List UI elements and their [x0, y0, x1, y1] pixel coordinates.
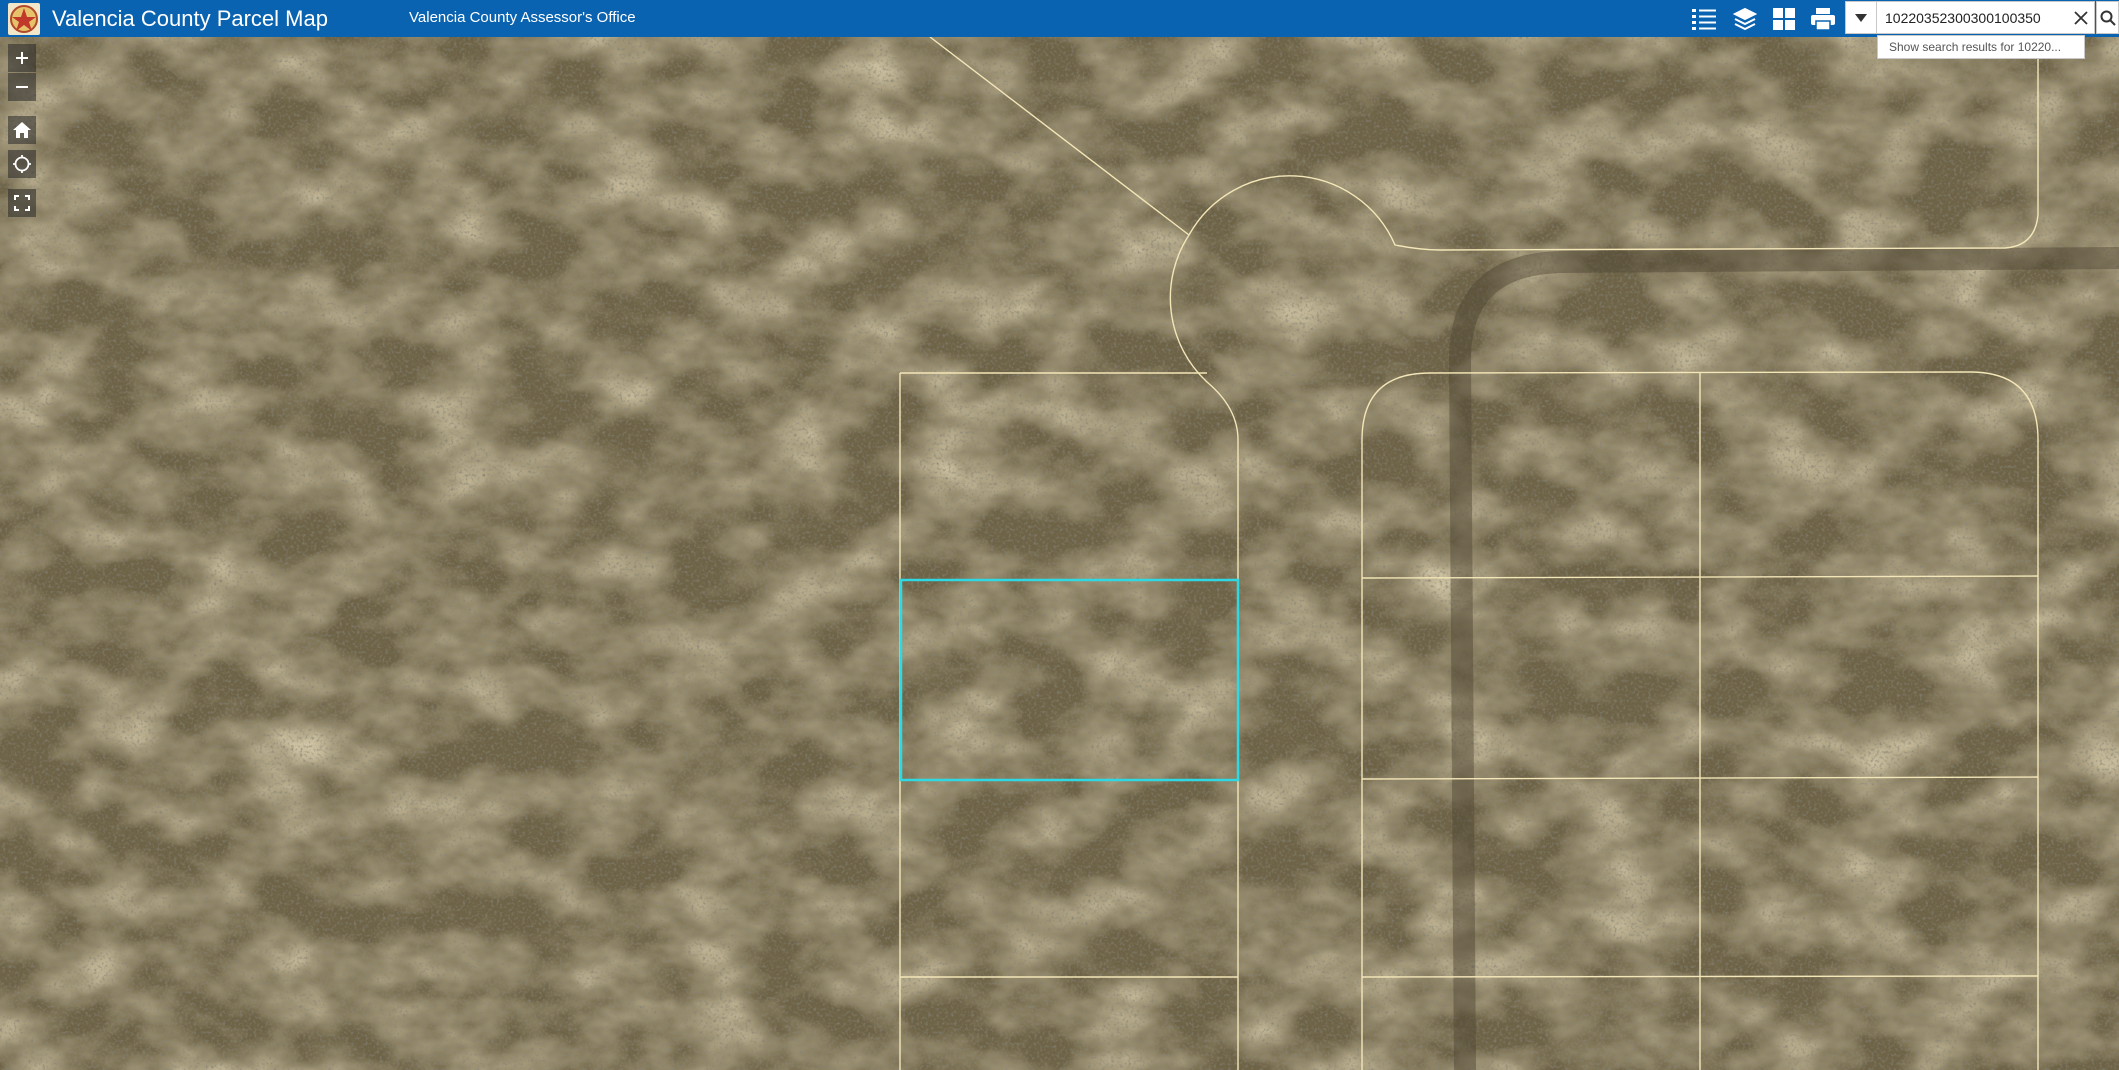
caret-down-icon[interactable] [1845, 1, 1877, 34]
county-seal-icon [8, 3, 40, 35]
locate-icon[interactable] [8, 150, 36, 178]
search-suggestion[interactable]: Show search results for 10220... [1877, 35, 2085, 59]
home-icon[interactable] [8, 116, 36, 144]
search-bar [1845, 1, 2095, 34]
legend-list-icon[interactable] [1689, 4, 1719, 34]
zoom-in-icon[interactable] [8, 44, 36, 72]
fullscreen-icon[interactable] [8, 189, 36, 217]
basemap-gallery-icon[interactable] [1769, 4, 1799, 34]
search-input[interactable] [1877, 1, 2067, 34]
zoom-out-icon[interactable] [8, 73, 36, 101]
aerial-imagery [0, 37, 2119, 1070]
layers-icon[interactable] [1730, 4, 1760, 34]
app-header: Valencia County Parcel Map Valencia Coun… [0, 0, 2119, 37]
print-icon[interactable] [1808, 4, 1838, 34]
map-view[interactable] [0, 37, 2119, 1070]
app-subtitle: Valencia County Assessor's Office [409, 9, 636, 26]
app-title: Valencia County Parcel Map [52, 6, 328, 31]
close-icon[interactable] [2067, 1, 2095, 34]
search-icon[interactable] [2096, 1, 2119, 34]
